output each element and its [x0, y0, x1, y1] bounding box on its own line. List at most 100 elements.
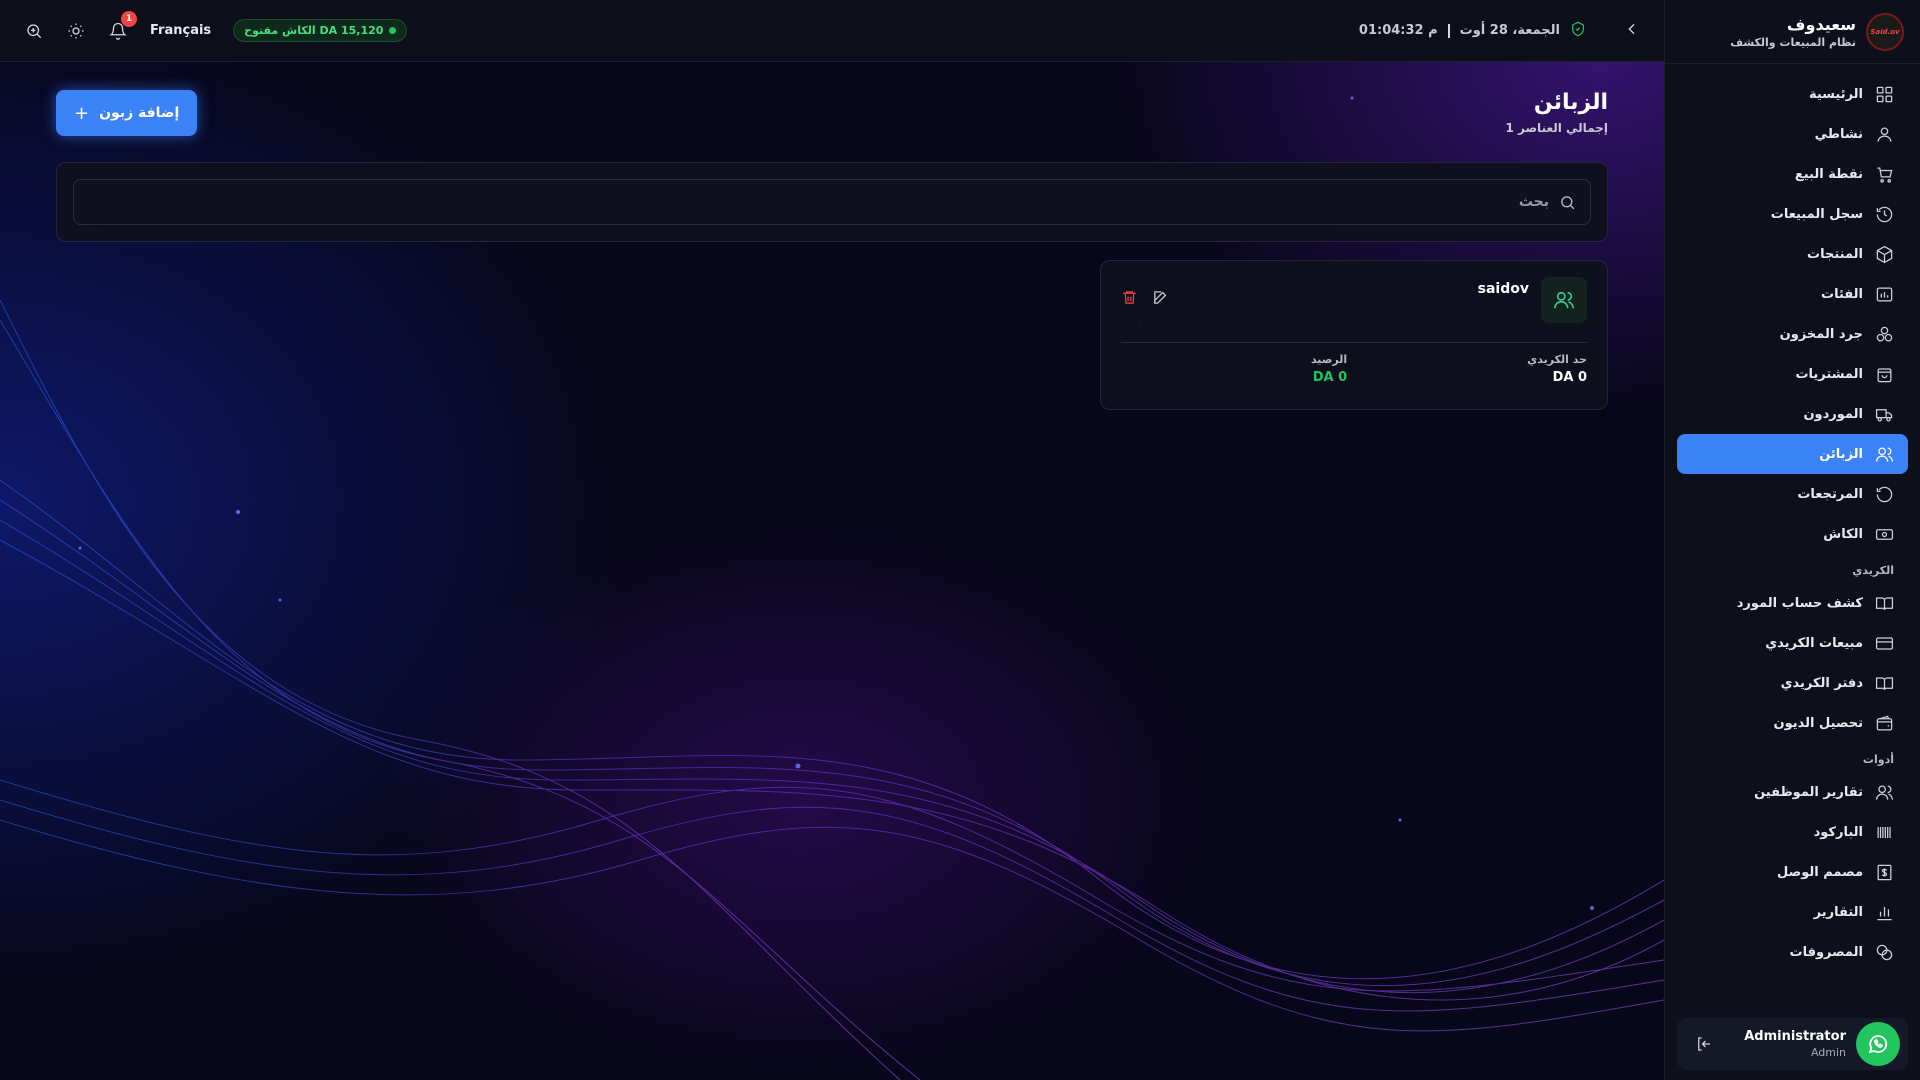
cash-status-text: الكاش مفتوح DA 15,120 [244, 24, 384, 37]
customer-name: saidov [1477, 281, 1529, 297]
sidebar-item-label: المشتريات [1795, 366, 1863, 382]
balance-label: الرصيد [1310, 353, 1348, 366]
sidebar-item-returns[interactable]: المرتجعات [1677, 474, 1908, 514]
collapse-sidebar-icon[interactable] [1624, 21, 1640, 41]
add-customer-button[interactable]: + إضافة زبون [56, 90, 198, 136]
sidebar-item-label: الموردون [1803, 406, 1863, 422]
sidebar-item-customers[interactable]: الزبائن [1677, 434, 1908, 474]
users-icon [1875, 447, 1894, 462]
ledger-icon [1875, 676, 1894, 690]
sidebar-item-credit-ledger[interactable]: دفتر الكريدي [1677, 663, 1908, 703]
book-icon [1875, 596, 1894, 610]
datetime-display: 01:04:32 م الجمعة، 28 أوت [1359, 21, 1640, 41]
user-icon [1877, 127, 1892, 142]
sidebar-item-label: مبيعات الكريدي [1765, 635, 1863, 651]
sidebar-item-credit-sales[interactable]: مبيعات الكريدي [1677, 623, 1908, 663]
search-box [73, 179, 1591, 225]
plus-icon: + [74, 102, 90, 124]
staff-icon [1875, 785, 1894, 800]
cart-icon [1877, 167, 1893, 183]
section-tools: أدوات [1862, 753, 1894, 766]
sidebar-item-supplier-statement[interactable]: كشف حساب المورد [1677, 583, 1908, 623]
shopping-bag-icon [1877, 367, 1892, 382]
sidebar-item-label: سجل المبيعات [1770, 206, 1863, 222]
chart-icon [1877, 906, 1892, 920]
sidebar-item-expenses[interactable]: المصروفات [1677, 932, 1908, 972]
user-name: Administrator [1744, 1029, 1846, 1044]
sidebar-item-label: مصمم الوصل [1777, 864, 1863, 880]
sidebar-item-inventory[interactable]: جرد المخزون [1677, 314, 1908, 354]
sidebar-item-receipt-designer[interactable]: مصمم الوصل [1677, 852, 1908, 892]
history-icon [1876, 206, 1893, 222]
zoom-in-icon[interactable] [24, 21, 44, 41]
balance-stat: الرصيد DA 0 [1311, 353, 1347, 385]
add-customer-label: إضافة زبون [99, 105, 180, 121]
sidebar-item-cash[interactable]: الكاش [1677, 514, 1908, 554]
sidebar-item-purchases[interactable]: المشتريات [1677, 354, 1908, 394]
credit-limit-stat: حد الكريدي DA 0 [1527, 353, 1587, 385]
sidebar-item-my-activity[interactable]: نشاطي [1677, 114, 1908, 154]
notification-badge: 1 [121, 10, 137, 27]
credit-limit-value: DA 0 [1552, 370, 1587, 385]
sidebar-item-sales-history[interactable]: سجل المبيعات [1677, 194, 1908, 234]
items-count: 1 إجمالي العناصر [1505, 121, 1608, 135]
language-switch[interactable]: Français [150, 23, 211, 38]
sidebar-item-label: نقطة البيع [1794, 166, 1863, 182]
sidebar-item-label: كشف حساب المورد [1736, 595, 1863, 611]
truck-icon [1875, 408, 1893, 421]
delete-icon[interactable] [1121, 289, 1138, 306]
cash-icon [1875, 528, 1894, 540]
credit-limit-label: حد الكريدي [1527, 353, 1587, 366]
sidebar-item-label: الباركود [1813, 824, 1863, 840]
theme-toggle-icon[interactable] [66, 21, 86, 41]
sidebar-item-label: الرئيسية [1808, 86, 1863, 102]
edit-icon[interactable] [1152, 289, 1169, 306]
shield-check-icon [1570, 21, 1586, 41]
sidebar-item-label: الفئات [1821, 286, 1863, 302]
user-panel: Administrator Admin [1677, 1018, 1908, 1070]
sidebar-item-label: تحصيل الديون [1773, 715, 1863, 731]
sidebar-item-label: جرد المخزون [1779, 326, 1863, 342]
main-content: + إضافة زبون الزبائن 1 إجمالي العناصر sa… [56, 62, 1608, 410]
sidebar-item-pos[interactable]: نقطة البيع [1677, 154, 1908, 194]
search-input[interactable] [88, 194, 1549, 210]
sidebar-item-barcode[interactable]: الباركود [1677, 812, 1908, 852]
clock-time: 01:04:32 م [1358, 23, 1438, 38]
sidebar-item-staff-reports[interactable]: تقارير الموظفين [1677, 772, 1908, 812]
brand-logo: Said.ov [1866, 12, 1904, 51]
whatsapp-icon[interactable] [1856, 1022, 1900, 1066]
sidebar-item-label: المرتجعات [1797, 486, 1863, 502]
box-icon [1876, 245, 1893, 263]
expense-icon [1876, 944, 1893, 960]
customer-avatar [1541, 277, 1587, 323]
divider [1447, 23, 1450, 38]
barcode-icon [1877, 826, 1891, 838]
sidebar-item-suppliers[interactable]: الموردون [1677, 394, 1908, 434]
sidebar-item-label: الزبائن [1819, 446, 1863, 462]
logout-icon[interactable] [1695, 1035, 1713, 1053]
brand-header: سعيدوف نظام المبيعات والكشف Said.ov [1665, 0, 1920, 64]
inventory-icon [1876, 326, 1893, 341]
sidebar-item-products[interactable]: المنتجات [1677, 234, 1908, 274]
customer-card[interactable]: saidov الرصيد DA 0 حد الكريدي DA 0 [1100, 260, 1608, 410]
bell-icon[interactable]: 1 [108, 10, 137, 41]
brand-name: سعيدوف [1786, 14, 1856, 34]
sidebar-item-label: نشاطي [1814, 126, 1863, 142]
top-bar: 1 Français الكاش مفتوح DA 15,120 01:04:3… [0, 0, 1664, 62]
sidebar-item-categories[interactable]: الفئات [1677, 274, 1908, 314]
sidebar-item-reports[interactable]: التقارير [1677, 892, 1908, 932]
search-panel [56, 162, 1608, 242]
cash-status-badge[interactable]: الكاش مفتوح DA 15,120 [233, 19, 408, 42]
user-role: Admin [1810, 1046, 1846, 1059]
users-icon [1554, 291, 1574, 309]
search-icon [1561, 195, 1575, 209]
sidebar-item-label: التقارير [1813, 904, 1863, 920]
receipt-icon [1877, 864, 1892, 880]
credit-card-icon [1875, 636, 1894, 650]
brand-subtitle: نظام المبيعات والكشف [1730, 35, 1856, 49]
sidebar-item-home[interactable]: الرئيسية [1677, 74, 1908, 114]
page-title: الزبائن [1533, 90, 1608, 115]
balance-value: DA 0 [1312, 370, 1348, 385]
sidebar-item-debt-collection[interactable]: تحصيل الديون [1677, 703, 1908, 743]
sidebar-nav: الرئيسية نشاطي نقطة البيع سجل المبيعات ا… [1665, 64, 1920, 972]
